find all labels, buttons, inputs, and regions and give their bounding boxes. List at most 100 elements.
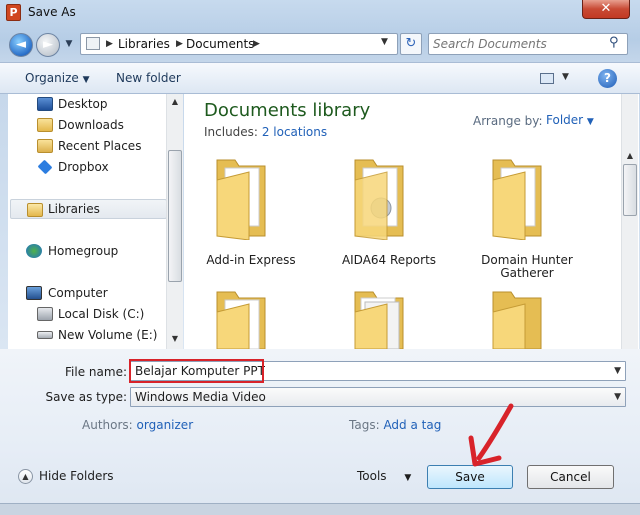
sidebar-item-label: Desktop [58,97,108,111]
libraries-icon [27,203,43,217]
breadcrumb-documents[interactable]: Documents [186,37,254,51]
file-list-scrollbar[interactable]: ▲ [621,94,638,349]
sidebar-item-label: Libraries [48,202,100,216]
sidebar-item-downloads[interactable]: Downloads [8,115,174,135]
sidebar-item-label: Downloads [58,118,124,132]
chevron-down-icon[interactable]: ▼ [614,388,621,406]
breadcrumb-separator-icon[interactable]: ▶ [106,37,113,51]
folder-name: Domain Hunter Gatherer [481,253,573,280]
scroll-down-icon[interactable]: ▼ [167,331,183,347]
downloads-folder-icon [37,118,53,132]
authors-row: Authors: organizer [82,418,193,432]
sidebar-item-label: Homegroup [48,244,119,258]
sidebar-item-homegroup[interactable]: Homegroup [8,241,174,261]
sidebar-item-label: Local Disk (C:) [58,307,145,321]
save-as-type-value: Windows Media Video [135,390,266,404]
sidebar-item-label: New Volume (E:) [58,328,158,342]
annotation-arrow-icon [468,403,514,467]
includes-label: Includes: [204,125,258,139]
sidebar-item-recent-places[interactable]: Recent Places [8,136,174,156]
sidebar-item-label: Computer [48,286,108,300]
close-button[interactable]: ✕ [582,0,630,19]
chevron-down-icon[interactable]: ▼ [614,362,621,380]
new-folder-button[interactable]: New folder [116,71,181,85]
authors-label: Authors: [82,418,133,432]
title-bar: P Save As ✕ [0,0,640,28]
folder-item-add-in-express[interactable]: Add-in Express [186,150,316,280]
sidebar-item-dropbox[interactable]: Dropbox [8,157,174,177]
scroll-up-icon[interactable]: ▲ [167,94,183,110]
arrange-by-dropdown[interactable]: Folder ▼ [546,113,594,127]
sidebar-item-local-disk[interactable]: Local Disk (C:) [8,304,174,324]
search-icon[interactable]: ⚲ [609,35,625,53]
arrange-by-label: Arrange by: [473,114,543,128]
tags-label: Tags: [349,418,380,432]
local-disk-icon [37,307,53,321]
sidebar-item-new-volume[interactable]: New Volume (E:) [8,325,174,345]
chevron-down-icon: ▼ [82,75,90,85]
scrollbar-thumb[interactable] [623,164,637,216]
folder-icon[interactable] [211,288,271,349]
arrange-by-value: Folder [546,113,584,127]
scrollbar-thumb[interactable] [168,150,182,282]
folder-name: AIDA64 Reports [341,253,437,267]
sidebar-item-label: Recent Places [58,139,142,153]
change-view-icon[interactable] [540,73,554,84]
folder-item-domain-hunter-gatherer[interactable]: Domain Hunter Gatherer [462,150,592,280]
folder-icon[interactable] [349,288,409,349]
search-box[interactable]: ⚲ [428,33,628,55]
sidebar-item-label: Dropbox [58,160,109,174]
tags-row: Tags: Add a tag [349,418,441,432]
window-title: Save As [28,5,76,19]
sidebar-item-desktop[interactable]: Desktop [8,94,174,114]
dropbox-icon [37,159,53,175]
drive-icon [37,331,53,339]
breadcrumb-libraries[interactable]: Libraries [118,37,170,51]
window-bottom-edge [0,503,640,515]
search-input[interactable] [433,36,603,52]
chevron-up-icon: ▲ [18,469,33,484]
tools-label: Tools [357,469,387,483]
help-icon[interactable]: ? [598,69,617,88]
folder-item-aida64-reports[interactable]: AIDA64 Reports [324,150,454,280]
cancel-button[interactable]: Cancel [527,465,614,489]
view-options-dropdown-icon[interactable]: ▼ [562,72,569,82]
desktop-icon [37,97,53,111]
save-as-type-select[interactable]: Windows Media Video ▼ [130,387,626,407]
chevron-down-icon: ▼ [404,473,412,483]
hide-folders-label: Hide Folders [39,469,114,483]
authors-value[interactable]: organizer [137,418,194,432]
library-title: Documents library [204,100,371,121]
sidebar-item-computer[interactable]: Computer [8,283,174,303]
chevron-down-icon: ▼ [586,117,594,127]
refresh-button[interactable]: ↻ [400,33,422,55]
homegroup-icon [26,244,42,258]
breadcrumb-separator-icon[interactable]: ▶ [253,37,260,51]
tags-value[interactable]: Add a tag [383,418,441,432]
save-as-type-label: Save as type: [45,390,127,404]
library-includes: Includes: 2 locations [204,125,327,139]
breadcrumb-separator-icon[interactable]: ▶ [176,37,183,51]
powerpoint-app-icon: P [6,4,21,21]
back-button[interactable]: ◄ [9,33,33,57]
folder-icon [354,159,404,240]
organize-label: Organize [25,71,79,85]
recent-locations-dropdown[interactable]: ▼ [62,36,76,52]
address-history-dropdown-icon[interactable]: ▼ [381,37,388,47]
scroll-up-icon[interactable]: ▲ [622,148,638,164]
navigation-scrollbar[interactable]: ▲ ▼ [166,94,183,349]
locations-link[interactable]: 2 locations [262,125,327,139]
folder-icon [216,159,266,240]
forward-button[interactable]: ► [36,33,60,57]
sidebar-item-libraries[interactable]: Libraries [10,199,167,219]
address-bar[interactable]: ▶ Libraries ▶ Documents ▶ ▼ [80,33,398,55]
computer-icon [26,286,42,300]
folder-icon[interactable] [487,288,547,349]
tools-menu[interactable]: Tools ▼ [357,469,411,483]
navigation-pane: Desktop Downloads Recent Places Dropbox … [8,94,183,349]
folder-icon [492,159,542,240]
recent-places-icon [37,139,53,153]
organize-menu[interactable]: Organize ▼ [25,71,90,85]
folder-location-icon [86,37,100,50]
command-bar: Organize ▼ New folder ▼ ? [0,62,640,94]
